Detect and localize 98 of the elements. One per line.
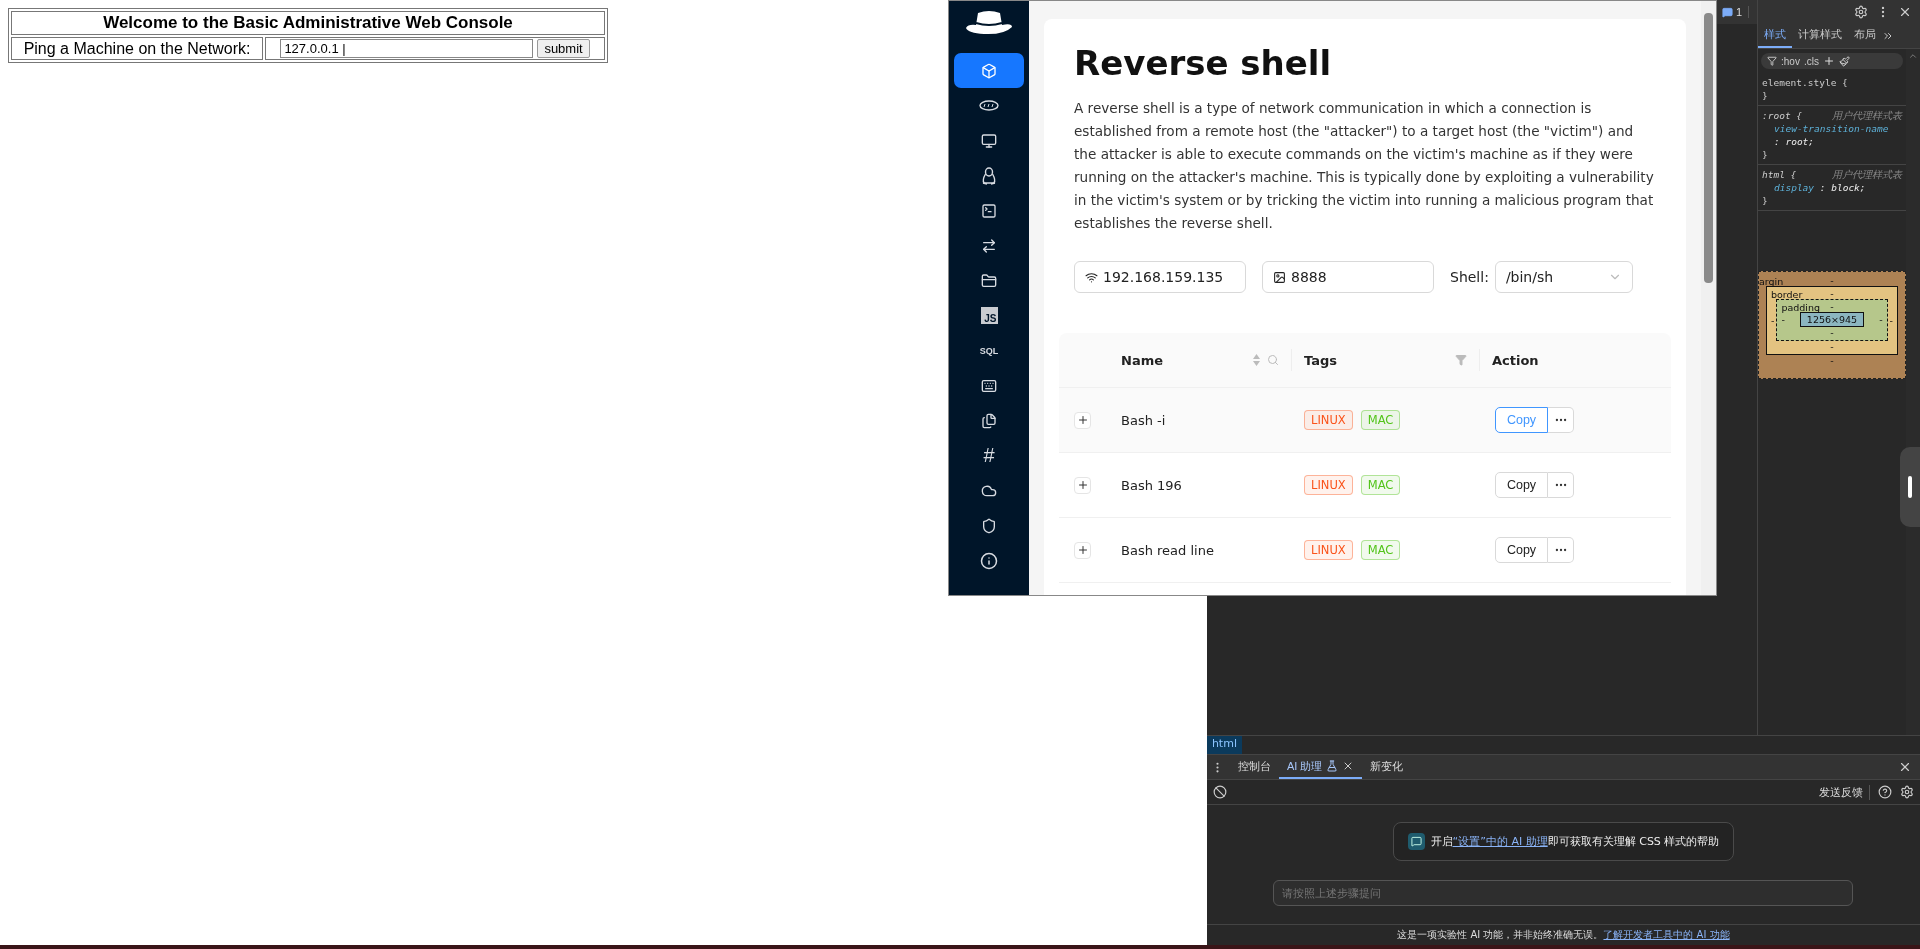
info-icon bbox=[980, 551, 998, 570]
copy-button[interactable]: Copy bbox=[1495, 472, 1548, 498]
drag-handle[interactable] bbox=[1900, 447, 1920, 527]
scroll-up-icon[interactable] bbox=[1908, 51, 1918, 61]
brush-icon[interactable] bbox=[1838, 55, 1850, 67]
description: A reverse shell is a type of network communication in which a connection is established from a remote host (the "attacker") to a target host (the "victim") and the attacker is able to execute commands on the victim's machine as if they were running on the attacker's machine. This is typically done by exploiting a vulnerability in the victim's system or by tricking the victim into running a malicious program that establishes the reverse shell. bbox=[1074, 99, 1655, 233]
ellipse-icon bbox=[979, 100, 999, 111]
ping-label: Ping a Machine on the Network: bbox=[11, 37, 264, 60]
tag: LINUX bbox=[1304, 475, 1353, 495]
port-field[interactable]: 8888 bbox=[1262, 261, 1434, 293]
wifi-icon bbox=[1085, 270, 1098, 284]
ai-icon bbox=[1407, 833, 1425, 850]
close-icon bbox=[1898, 5, 1912, 19]
penguin-icon bbox=[981, 166, 997, 185]
tag: LINUX bbox=[1304, 410, 1353, 430]
box-value: - bbox=[1771, 314, 1775, 326]
ai-notice: 开启“设置”中的 AI 助理即可获取有关理解 CSS 样式的帮助 bbox=[1430, 834, 1720, 849]
tag: LINUX bbox=[1304, 540, 1353, 560]
toggle-button[interactable]: .cls bbox=[1803, 55, 1819, 67]
cube-icon bbox=[981, 62, 997, 79]
help-icon[interactable] bbox=[1878, 785, 1892, 799]
shield-icon bbox=[981, 517, 997, 534]
ip-input[interactable]: 127.0.0.1 | bbox=[280, 39, 534, 58]
settings-link[interactable]: “设置”中的 AI 助理 bbox=[1452, 835, 1548, 848]
keyboard-icon bbox=[981, 377, 997, 394]
plus-icon[interactable] bbox=[1822, 55, 1835, 67]
sidebar-label: # bbox=[983, 444, 995, 467]
page-title: Reverse shell bbox=[1074, 43, 1333, 83]
ip-field[interactable]: 192.168.159.135 bbox=[1074, 261, 1246, 293]
close-button[interactable] bbox=[1898, 5, 1912, 19]
flask-icon bbox=[1326, 760, 1339, 772]
clear-icon[interactable] bbox=[1212, 785, 1227, 799]
copy-button[interactable]: Copy bbox=[1495, 537, 1548, 563]
closing-brace: } bbox=[1762, 90, 1768, 101]
plus-icon bbox=[1076, 414, 1089, 426]
drawer-tab[interactable]: 控制台 bbox=[1229, 755, 1279, 779]
port-icon bbox=[1273, 270, 1286, 284]
sidebar-label: SQL bbox=[979, 345, 999, 356]
monitor-icon bbox=[981, 132, 997, 149]
sidebar-item[interactable]: # bbox=[954, 438, 1024, 473]
box-value: - bbox=[1889, 314, 1893, 326]
styles-tab[interactable]: 计算样式 bbox=[1792, 24, 1848, 48]
column-header: Name bbox=[1121, 352, 1164, 368]
styles-tab[interactable]: 布局 bbox=[1848, 24, 1882, 48]
folder-icon bbox=[981, 272, 997, 289]
box-value: - bbox=[1781, 314, 1785, 325]
selector: element.style { bbox=[1762, 76, 1848, 89]
expand-button[interactable] bbox=[1074, 476, 1091, 494]
prompt-field[interactable]: 请按照上述步骤提问 bbox=[1273, 879, 1854, 906]
scrollbar[interactable] bbox=[1701, 1, 1716, 595]
transfer-icon bbox=[981, 237, 997, 254]
tag: MAC bbox=[1360, 540, 1401, 560]
shell-label: Shell: bbox=[1450, 269, 1489, 285]
drawer-tab[interactable]: 新变化 bbox=[1362, 755, 1412, 779]
terminal-icon bbox=[981, 202, 997, 219]
closing-brace: } bbox=[1762, 149, 1768, 160]
console-title: Welcome to the Basic Administrative Web Console bbox=[11, 11, 605, 35]
files-icon bbox=[981, 412, 997, 429]
box-value: - bbox=[1879, 314, 1883, 325]
declaration: view-transition-name : root; bbox=[1773, 122, 1890, 148]
filter-bar[interactable]: :hov .cls bbox=[1761, 53, 1903, 69]
sidebar-item[interactable]: JS bbox=[954, 298, 1024, 333]
column-header: Action bbox=[1492, 352, 1540, 368]
drawer-tab[interactable]: AI 助理 bbox=[1278, 755, 1363, 779]
expand-button[interactable] bbox=[1074, 541, 1091, 559]
chevrons-icon[interactable] bbox=[1882, 30, 1894, 42]
hat-logo bbox=[964, 9, 1014, 37]
selector: html { bbox=[1762, 168, 1797, 181]
table-cell-text: Bash read line bbox=[1120, 542, 1215, 558]
settings-button[interactable] bbox=[1854, 5, 1868, 19]
submit-button[interactable]: submit bbox=[537, 39, 590, 58]
plus-icon bbox=[1076, 479, 1089, 491]
js-icon: JS bbox=[980, 307, 998, 324]
closing-brace: } bbox=[1762, 195, 1768, 206]
toggle-button[interactable]: :hov bbox=[1781, 55, 1800, 67]
shell-select[interactable]: /bin/sh bbox=[1494, 261, 1633, 293]
feedback-link[interactable]: 发送反馈 bbox=[1819, 784, 1870, 800]
settings-icon bbox=[1854, 5, 1868, 19]
filter-icon bbox=[1767, 56, 1777, 66]
learn-more-link[interactable]: 了解开发者工具中的 AI 功能 bbox=[1603, 929, 1730, 940]
message-icon bbox=[1721, 6, 1733, 18]
selector: :root { bbox=[1762, 109, 1803, 122]
close-icon[interactable] bbox=[1898, 760, 1912, 774]
styles-tab[interactable]: 样式 bbox=[1758, 24, 1792, 48]
breadcrumb[interactable]: html bbox=[1206, 736, 1242, 754]
tag: MAC bbox=[1360, 475, 1401, 495]
rule-origin: 用户代理样式表 bbox=[1832, 168, 1902, 181]
table-cell-text: Bash 196 bbox=[1120, 477, 1183, 493]
settings-icon[interactable] bbox=[1900, 785, 1914, 799]
plus-icon bbox=[1076, 544, 1089, 556]
expand-button[interactable] bbox=[1074, 411, 1091, 429]
table-row[interactable]: Bash -i LINUX MAC Copy bbox=[1059, 388, 1671, 453]
table-cell-text: Bash -i bbox=[1120, 412, 1167, 428]
rule-origin: 用户代理样式表 bbox=[1832, 109, 1902, 122]
declaration: display : block; bbox=[1773, 181, 1867, 194]
column-header: Tags bbox=[1304, 352, 1338, 368]
tag: MAC bbox=[1360, 410, 1401, 430]
sidebar-item[interactable]: SQL bbox=[954, 333, 1024, 368]
